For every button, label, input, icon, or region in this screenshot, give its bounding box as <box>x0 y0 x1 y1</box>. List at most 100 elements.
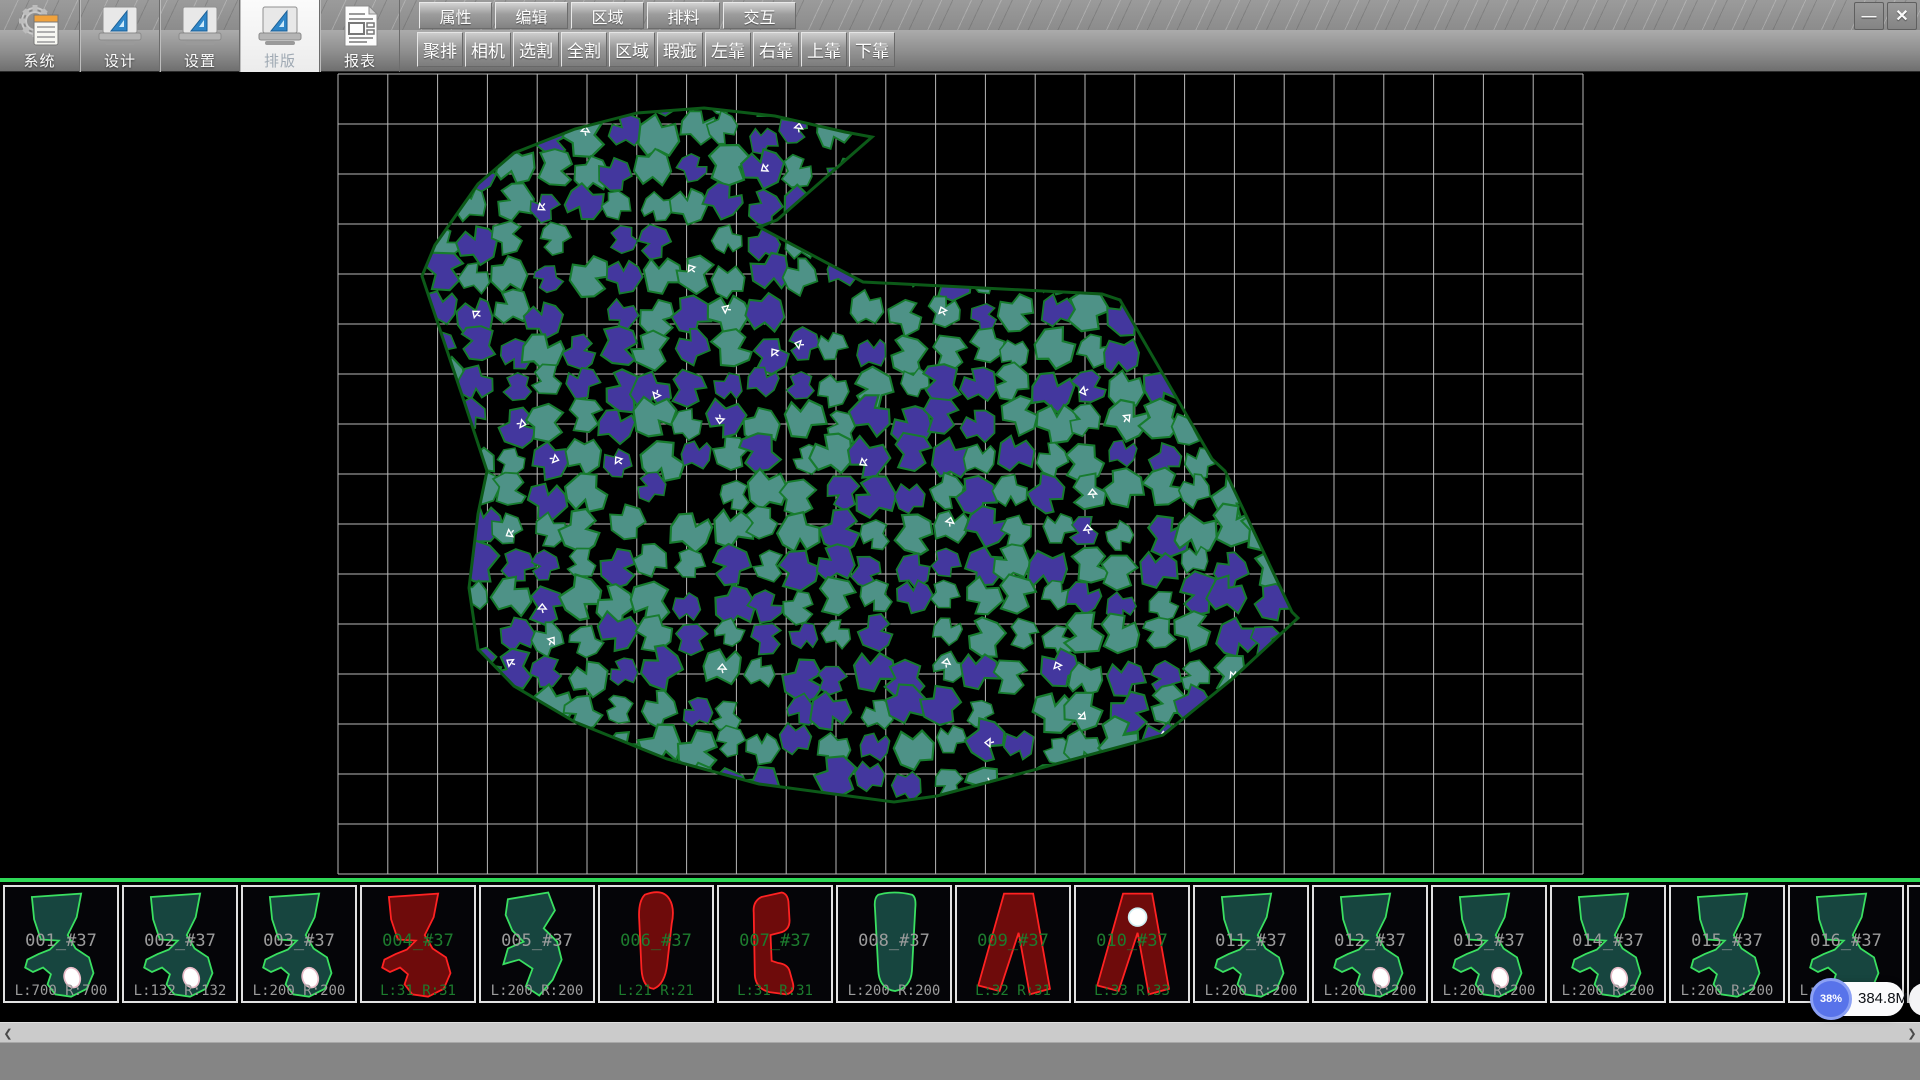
canvas-svg <box>0 72 1920 878</box>
nav-label: 系统 <box>23 50 55 71</box>
piece-count-info: L:32 R:31 <box>957 983 1069 999</box>
report-icon <box>345 6 377 46</box>
menu-tab-3[interactable]: 区域 <box>571 2 644 29</box>
piece-name: 012_#37 <box>1314 931 1426 951</box>
report-icon <box>337 3 383 49</box>
tool-button-9[interactable]: 上靠 <box>801 32 847 67</box>
piece-thumbnail-strip: 001_#37 L:700 R:700 002_#37 L:132 R:132 … <box>0 883 1920 1004</box>
minimize-button[interactable]: — <box>1854 2 1884 30</box>
menu-row-2: 聚排相机选割全割区域瑕疵左靠右靠上靠下靠 <box>417 32 895 67</box>
piece-name: 001_#37 <box>5 931 117 951</box>
piece-count-info: L:200 R:200 <box>1552 983 1664 999</box>
piece-thumbnail-7[interactable]: 007_#37 L:31 R:31 <box>717 885 833 1003</box>
piece-count-info: L:200 R:200 <box>1195 983 1307 999</box>
piece-name: 008_#37 <box>838 931 950 951</box>
piece-thumbnail-12[interactable]: 012_#37 L:200 R:200 <box>1312 885 1428 1003</box>
piece-count-info: L:31 R:31 <box>362 983 474 999</box>
piece-name: 014_#37 <box>1552 931 1664 951</box>
progress-percent-circle: 38% <box>1810 978 1852 1020</box>
piece-name: 016_#37 <box>1790 931 1902 951</box>
piece-count-info: L:200 R:200 <box>481 983 593 999</box>
tool-button-1[interactable]: 聚排 <box>417 32 463 67</box>
piece-thumbnail-2[interactable]: 002_#37 L:132 R:132 <box>122 885 238 1003</box>
piece-thumbnail-5[interactable]: 005_#37 L:200 R:200 <box>479 885 595 1003</box>
piece-name: 009_#37 <box>957 931 1069 951</box>
piece-thumbnail-3[interactable]: 003_#37 L:200 R:200 <box>241 885 357 1003</box>
scroll-right-arrow[interactable]: ❯ <box>1904 1023 1920 1043</box>
scroll-left-arrow[interactable]: ❮ <box>0 1023 16 1043</box>
window-controls: — ✕ <box>1854 2 1917 30</box>
progress-size-label: 384.8M <box>1858 990 1908 1007</box>
nav-button-report[interactable]: 报表 <box>320 0 400 72</box>
nesting-canvas[interactable] <box>0 72 1920 878</box>
gear-icon <box>19 5 58 45</box>
piece-thumbnail-1[interactable]: 001_#37 L:700 R:700 <box>3 885 119 1003</box>
tool-button-2[interactable]: 相机 <box>465 32 511 67</box>
piece-thumbnail-14[interactable]: 014_#37 L:200 R:200 <box>1550 885 1666 1003</box>
piece-count-info: L:200 R:200 <box>243 983 355 999</box>
piece-name: 004_#37 <box>362 931 474 951</box>
piece-thumbnail-9[interactable]: 009_#37 L:32 R:31 <box>955 885 1071 1003</box>
piece-thumbnail-10[interactable]: 010_#37 L:33 R:33 <box>1074 885 1190 1003</box>
nesting-app-window: 系统 设计 设置 排版 <box>0 0 1920 1080</box>
ruler-icon <box>97 3 143 49</box>
piece-name: 003_#37 <box>243 931 355 951</box>
close-button[interactable]: ✕ <box>1887 2 1917 30</box>
piece-name: 011_#37 <box>1195 931 1307 951</box>
tool-button-7[interactable]: 左靠 <box>705 32 751 67</box>
piece-name: 015_#37 <box>1671 931 1783 951</box>
piece-count-info: L:200 R:200 <box>1433 983 1545 999</box>
piece-count-info: L:33 R:33 <box>1076 983 1188 999</box>
piece-thumbnail-13[interactable]: 013_#37 L:200 R:200 <box>1431 885 1547 1003</box>
nav-label: 设置 <box>184 50 216 71</box>
main-nav-buttons: 系统 设计 设置 排版 <box>0 0 400 72</box>
nav-button-design[interactable]: 设计 <box>80 0 160 72</box>
menu-tab-4[interactable]: 排料 <box>647 2 720 29</box>
tool-button-6[interactable]: 瑕疵 <box>657 32 703 67</box>
piece-name: 017_#37 <box>1909 931 1920 951</box>
piece-count-info: L:700 R:700 <box>5 983 117 999</box>
nav-button-system[interactable]: 系统 <box>0 0 80 72</box>
piece-count-info: L:200 R:200 <box>838 983 950 999</box>
piece-count-info: L:31 R:31 <box>719 983 831 999</box>
piece-hole <box>1129 908 1147 926</box>
nav-label: 设计 <box>104 50 136 71</box>
ruler-icon <box>257 3 303 49</box>
ruler-icon <box>177 3 223 49</box>
piece-name: 007_#37 <box>719 931 831 951</box>
piece-count-info: L:21 R:21 <box>600 983 712 999</box>
piece-name: 002_#37 <box>124 931 236 951</box>
piece-count-info: L:132 R:132 <box>124 983 236 999</box>
nav-label: 排版 <box>264 50 296 71</box>
status-bar <box>0 1042 1920 1080</box>
menu-tab-5[interactable]: 交互 <box>723 2 796 29</box>
horizontal-scrollbar[interactable]: ❮ ❯ <box>0 1022 1920 1043</box>
nav-button-settings[interactable]: 设置 <box>160 0 240 72</box>
piece-thumbnail-15[interactable]: 015_#37 L:200 R:200 <box>1669 885 1785 1003</box>
tool-button-4[interactable]: 全割 <box>561 32 607 67</box>
design-ruler-icon <box>99 7 141 45</box>
progress-badge[interactable]: 38% 384.8M <box>1812 982 1904 1016</box>
piece-thumbnail-8[interactable]: 008_#37 L:200 R:200 <box>836 885 952 1003</box>
piece-count-info: L:200 R:200 <box>1314 983 1426 999</box>
nav-label: 报表 <box>344 50 376 71</box>
menu-tab-1[interactable]: 属性 <box>419 2 492 29</box>
nav-button-nesting[interactable]: 排版 <box>240 0 320 72</box>
piece-thumbnail-4[interactable]: 004_#37 L:31 R:31 <box>360 885 476 1003</box>
tool-button-8[interactable]: 右靠 <box>753 32 799 67</box>
tool-button-5[interactable]: 区域 <box>609 32 655 67</box>
tool-button-3[interactable]: 选割 <box>513 32 559 67</box>
toolbar: 系统 设计 设置 排版 <box>0 0 1920 72</box>
piece-count-info: L:200 R:200 <box>1671 983 1783 999</box>
menu-tab-2[interactable]: 编辑 <box>495 2 568 29</box>
panel-divider-line <box>0 878 1920 882</box>
piece-name: 010_#37 <box>1076 931 1188 951</box>
tool-button-10[interactable]: 下靠 <box>849 32 895 67</box>
gear-icon <box>17 3 63 49</box>
piece-thumbnail-6[interactable]: 006_#37 L:21 R:21 <box>598 885 714 1003</box>
design-ruler-icon <box>179 7 221 45</box>
piece-name: 013_#37 <box>1433 931 1545 951</box>
piece-name: 005_#37 <box>481 931 593 951</box>
menu-row-1: 属性编辑区域排料交互 <box>419 2 796 29</box>
piece-thumbnail-11[interactable]: 011_#37 L:200 R:200 <box>1193 885 1309 1003</box>
